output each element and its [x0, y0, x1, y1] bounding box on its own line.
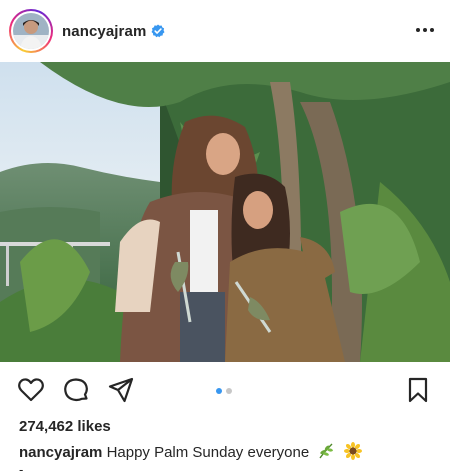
carousel-dot-active[interactable] [216, 388, 222, 394]
heart-icon[interactable] [17, 376, 45, 404]
more-options-icon[interactable] [414, 22, 436, 38]
avatar-story-ring[interactable] [9, 9, 53, 53]
post-header: nancyajram [0, 0, 450, 62]
username[interactable]: nancyajram [62, 23, 146, 40]
carousel-indicator [216, 388, 232, 394]
caption-more-marker[interactable]: - [19, 462, 23, 474]
caption: nancyajram Happy Palm Sunday everyone [19, 442, 362, 464]
bookmark-icon[interactable] [404, 376, 432, 404]
share-icon[interactable] [107, 376, 135, 404]
post-photo[interactable] [0, 62, 450, 362]
carousel-dot[interactable] [226, 388, 232, 394]
verified-badge-icon [151, 24, 165, 38]
comment-icon[interactable] [62, 376, 90, 404]
avatar[interactable] [13, 13, 49, 49]
sunflower-emoji [343, 442, 362, 464]
herb-emoji [317, 442, 335, 464]
caption-username[interactable]: nancyajram [19, 444, 102, 461]
caption-text: Happy Palm Sunday everyone [106, 443, 310, 461]
action-bar [0, 362, 450, 414]
likes-count[interactable]: 274,462 likes [19, 418, 111, 435]
